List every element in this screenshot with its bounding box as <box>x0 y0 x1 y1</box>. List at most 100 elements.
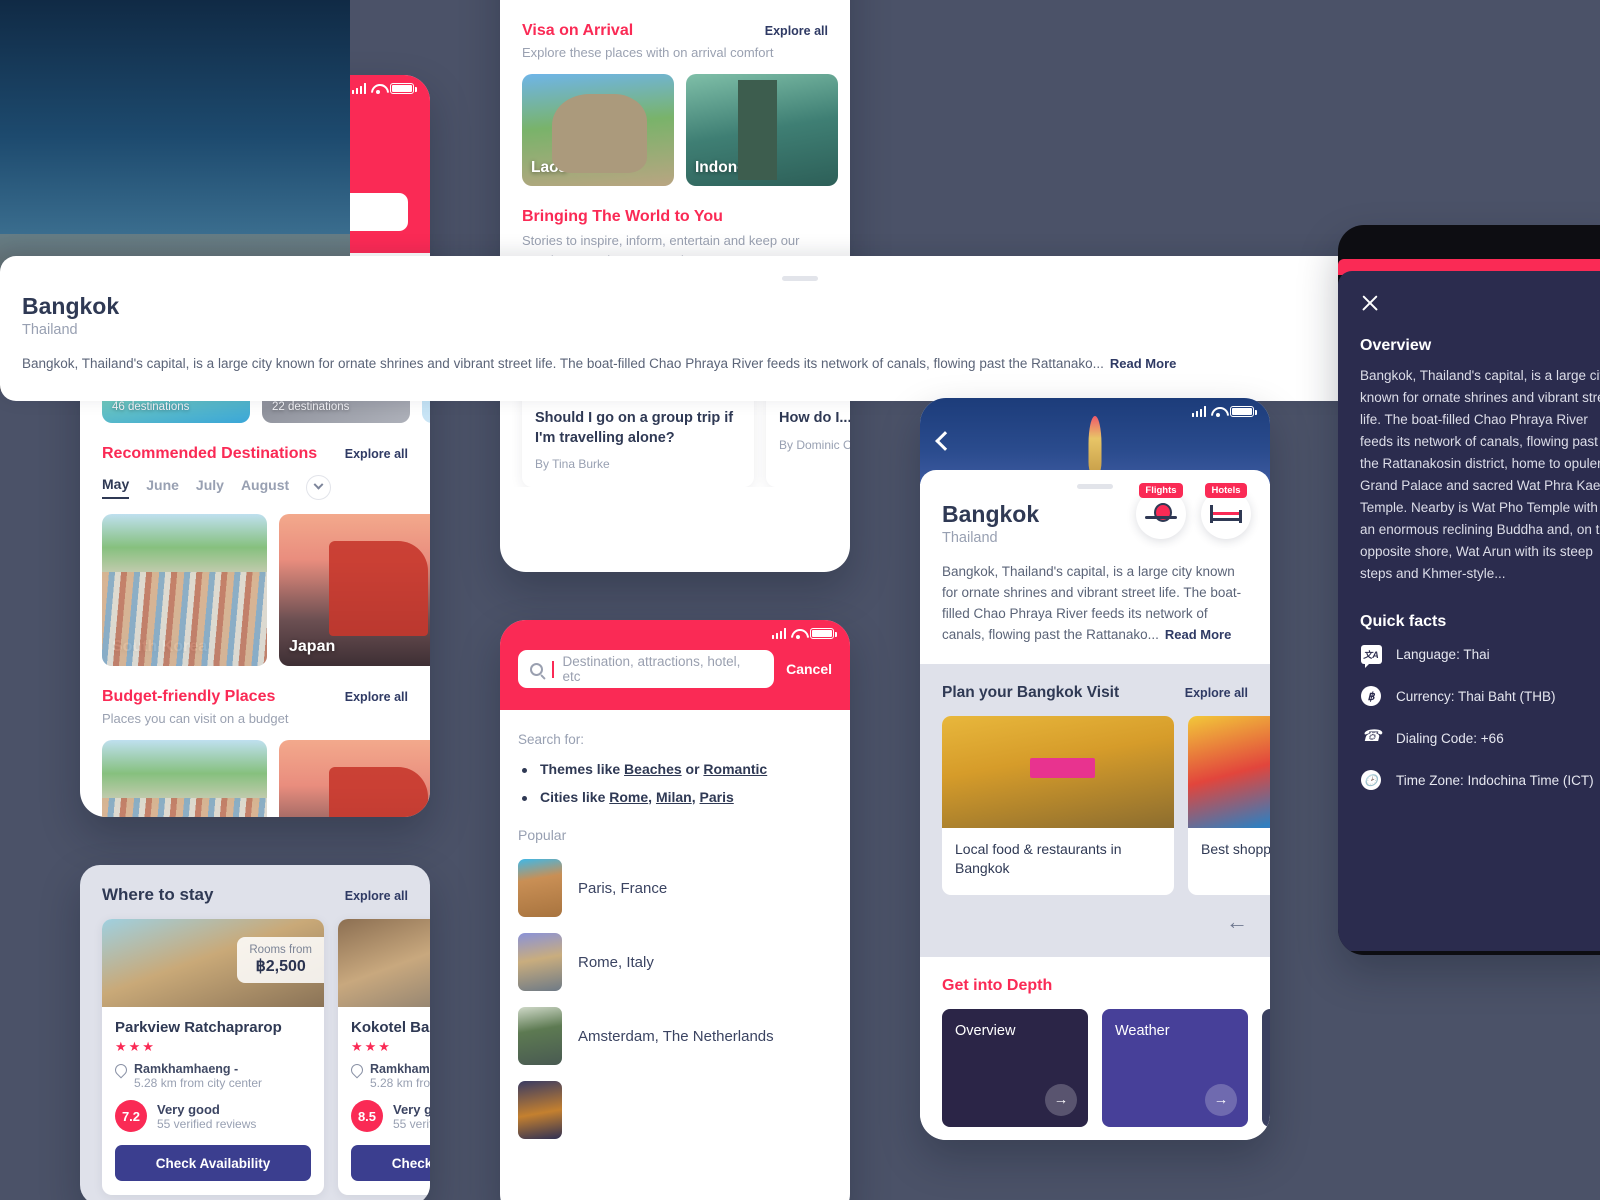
hotel-image <box>338 919 430 1007</box>
fact-text: Language: Thai <box>1396 646 1490 662</box>
score-badge: 8.5 <box>351 1100 383 1132</box>
explore-all-link[interactable]: Explore all <box>345 447 408 461</box>
location-pin-icon <box>348 1061 366 1079</box>
plan-carousel[interactable]: Local food & restaurants in Bangkok Best… <box>942 715 1270 895</box>
review-count: 55 verified reviews <box>393 1116 430 1131</box>
quick-facts-heading: Quick facts <box>1360 613 1447 630</box>
search-icon <box>530 662 543 676</box>
status-bar <box>351 83 417 94</box>
read-more-link[interactable]: Read More <box>1110 356 1176 371</box>
flights-action[interactable]: Flights <box>1135 480 1187 539</box>
plan-card[interactable]: Best shopping in Bangkok <box>1188 715 1270 895</box>
explore-all-link[interactable]: Explore all <box>1185 686 1248 700</box>
plan-image <box>942 715 1174 828</box>
country-label: Laos <box>531 159 568 176</box>
cancel-button[interactable]: Cancel <box>786 661 832 677</box>
get-into-depth-section: Get into Depth Overview → Weather → <box>920 956 1270 1140</box>
drag-handle[interactable] <box>782 276 818 281</box>
fact-time-zone: 🕑 Time Zone: Indochina Time (ICT) <box>1360 769 1600 791</box>
destination-card[interactable]: South Korea <box>102 514 267 666</box>
hotel-rating: 8.5 Very good 55 verified reviews <box>351 1100 430 1132</box>
country-card[interactable]: Indonesia <box>686 74 838 186</box>
fact-language: 文A Language: Thai <box>1360 643 1600 668</box>
section-title: Budget-friendly Places <box>102 688 276 705</box>
city-name: Rome, Italy <box>578 953 654 971</box>
month-august[interactable]: August <box>241 477 289 498</box>
destination-card[interactable] <box>102 740 267 817</box>
link-paris[interactable]: Paris <box>700 789 734 805</box>
destination-card[interactable] <box>279 740 430 817</box>
overview-heading: Overview <box>1360 337 1432 354</box>
bangkok-info-sheet: Flights Hotels Bangkok Thailand Bangkok,… <box>920 470 1270 664</box>
month-july[interactable]: July <box>196 477 224 498</box>
explore-all-link[interactable]: Explore all <box>345 889 408 903</box>
suggestion-themes: Themes like Beaches or Romantic <box>518 761 832 777</box>
list-item[interactable]: Amsterdam, The Netherlands <box>518 1007 832 1065</box>
depth-carousel[interactable]: Overview → Weather → <box>942 1008 1270 1127</box>
temple-silhouette <box>1088 416 1102 472</box>
suggestion-prefix: Themes like <box>540 761 625 777</box>
score-badge: 7.2 <box>115 1100 147 1132</box>
link-romantic[interactable]: Romantic <box>703 761 767 777</box>
arrow-right-icon[interactable]: → <box>1205 1083 1237 1116</box>
budget-carousel[interactable] <box>80 726 430 817</box>
list-item[interactable]: Rome, Italy <box>518 933 832 991</box>
hotel-name: Parkview Ratchaprarop <box>115 1019 282 1036</box>
destination-label: Japan <box>289 638 336 655</box>
read-more-link[interactable]: Read More <box>1165 627 1231 642</box>
hotel-card[interactable]: Kokotel Bangkok ★★★ Ramkhamhaeng - 5.28 … <box>338 919 430 1195</box>
link-milan[interactable]: Milan <box>656 789 692 805</box>
visa-country-carousel[interactable]: Laos Indonesia T <box>500 60 850 186</box>
hotel-carousel[interactable]: Rooms from ฿2,500 Parkview Ratchaprarop … <box>80 905 430 1195</box>
link-rome[interactable]: Rome <box>609 789 648 805</box>
popular-label: Popular <box>518 827 567 843</box>
chevron-down-icon[interactable] <box>306 475 332 500</box>
destination-card[interactable]: Japan <box>279 514 430 666</box>
destinations-carousel[interactable]: South Korea Japan <box>80 500 430 666</box>
suggestion-prefix: Cities like <box>540 789 610 805</box>
depth-card-overview[interactable]: Overview → <box>942 1008 1088 1127</box>
hotel-card[interactable]: Rooms from ฿2,500 Parkview Ratchaprarop … <box>102 919 324 1195</box>
suggestion-cities: Cities like Rome, Milan, Paris <box>518 789 832 805</box>
hotel-image: Rooms from ฿2,500 <box>102 919 324 1007</box>
theme-count: 46 destinations <box>112 401 190 413</box>
link-beaches[interactable]: Beaches <box>624 761 682 777</box>
fact-text: Dialing Code: +66 <box>1396 730 1504 746</box>
back-icon[interactable] <box>935 431 955 451</box>
language-icon: 文A <box>1360 643 1382 668</box>
explore-all-link[interactable]: Explore all <box>345 690 408 704</box>
location-pin-icon <box>112 1061 130 1079</box>
wifi-icon <box>1211 406 1225 417</box>
explore-all-link[interactable]: Explore all <box>765 24 828 38</box>
check-availability-button[interactable]: Check Availability <box>351 1145 430 1181</box>
depth-card-weather[interactable]: Weather → <box>1102 1008 1248 1127</box>
search-input[interactable]: Destination, attractions, hotel, etc <box>518 650 775 688</box>
plan-title: Best shopping in Bangkok <box>1201 840 1270 857</box>
list-item[interactable] <box>518 1081 832 1139</box>
section-title: Visa on Arrival <box>522 22 634 39</box>
fact-text: Currency: Thai Baht (THB) <box>1396 688 1556 704</box>
month-june[interactable]: June <box>146 477 179 498</box>
hotel-location: Ramkhamhaeng - 5.28 km from city center <box>112 1061 311 1090</box>
wifi-icon <box>371 83 385 94</box>
plan-card[interactable]: Local food & restaurants in Bangkok <box>942 715 1174 895</box>
search-placeholder: Destination, attractions, hotel, etc <box>562 654 741 684</box>
rooms-from-label: Rooms from <box>249 944 312 956</box>
drag-handle[interactable] <box>1077 484 1113 489</box>
hotels-action[interactable]: Hotels <box>1200 480 1252 539</box>
search-suggestions: Themes like Beaches or Romantic Cities l… <box>518 761 832 805</box>
hotel-rating: 7.2 Very good 55 verified reviews <box>115 1100 311 1132</box>
depth-card[interactable] <box>1262 1008 1270 1127</box>
arrow-left-icon[interactable]: ← <box>942 909 1248 935</box>
city-thumbnail <box>518 1081 562 1139</box>
country-card[interactable]: Laos <box>522 74 674 186</box>
arrow-right-icon[interactable]: → <box>1045 1083 1077 1116</box>
budget-header: Budget-friendly Places Explore all <box>80 666 430 706</box>
city-thumbnail <box>518 1007 562 1065</box>
list-item[interactable]: Paris, France <box>518 859 832 917</box>
city-name: Paris, France <box>578 879 668 897</box>
month-may[interactable]: May <box>102 476 130 499</box>
close-icon[interactable] <box>1360 293 1380 313</box>
city-description: Bangkok, Thailand's capital, is a large … <box>942 562 1248 646</box>
check-availability-button[interactable]: Check Availability <box>115 1145 311 1181</box>
